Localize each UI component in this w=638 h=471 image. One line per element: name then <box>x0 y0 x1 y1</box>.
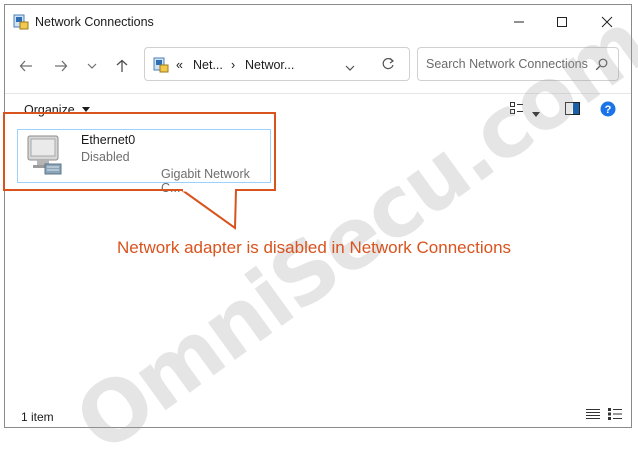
address-overflow[interactable]: « <box>176 58 183 72</box>
details-view-icon <box>586 409 600 419</box>
breadcrumb-segment[interactable]: Networ... <box>245 58 294 72</box>
tiles-view-button[interactable] <box>608 407 622 425</box>
callout-pointer <box>181 188 237 230</box>
back-button[interactable] <box>15 55 37 77</box>
address-dropdown-button[interactable] <box>345 60 355 78</box>
back-arrow-icon <box>19 60 32 72</box>
up-button[interactable] <box>111 55 133 77</box>
tiles-view-icon <box>608 408 622 420</box>
breadcrumb-separator: › <box>231 58 236 72</box>
address-bar[interactable]: « Net... › Networ... <box>144 47 410 81</box>
minimize-icon <box>514 21 524 23</box>
minimize-button[interactable] <box>499 9 539 35</box>
refresh-icon <box>382 57 395 70</box>
network-connections-icon <box>13 14 29 30</box>
details-view-button[interactable] <box>586 407 600 425</box>
annotation-text: Network adapter is disabled in Network C… <box>117 238 512 257</box>
chevron-down-icon <box>345 65 355 71</box>
recent-locations-button[interactable] <box>81 55 103 77</box>
title-bar: Network Connections <box>5 5 631 39</box>
up-arrow-icon <box>116 59 128 72</box>
network-connections-icon <box>153 57 169 78</box>
forward-arrow-icon <box>55 60 68 72</box>
breadcrumb-segment[interactable]: Net... <box>193 58 223 72</box>
annotation-callout-box <box>3 112 276 191</box>
status-item-count: 1 item <box>21 410 54 424</box>
refresh-button[interactable] <box>381 57 395 76</box>
chevron-down-icon <box>87 63 97 69</box>
window-title: Network Connections <box>35 15 154 29</box>
forward-button[interactable] <box>50 55 72 77</box>
